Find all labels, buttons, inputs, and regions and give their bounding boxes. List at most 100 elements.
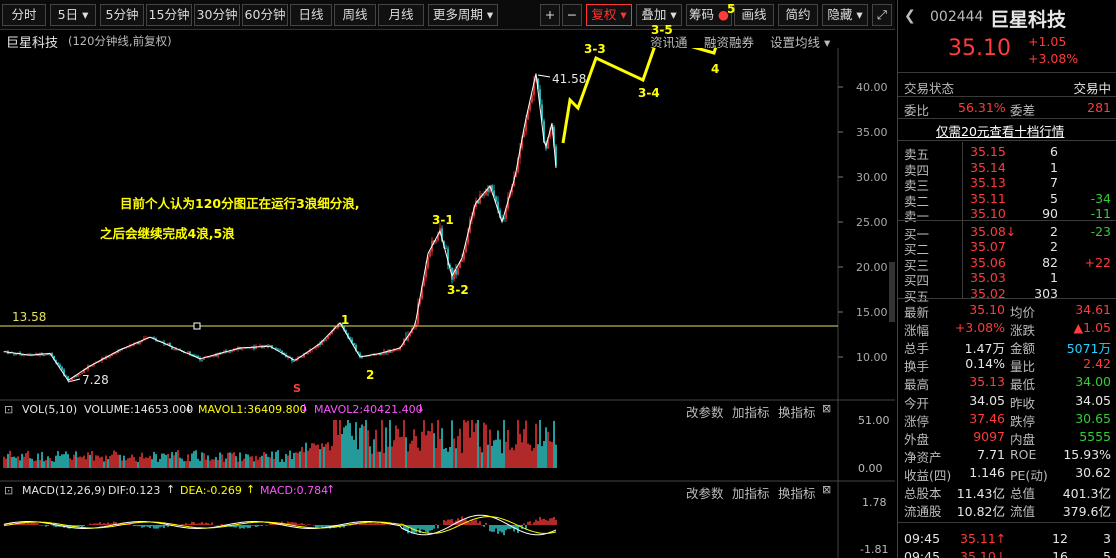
volume-bar [395,425,397,468]
volume-bar [495,439,497,468]
volume-bar [81,457,83,468]
tick-price: 35.11↑ [960,531,1007,546]
volume-bar [163,453,165,468]
stat-row: 最高 35.13 最低 34.00 [898,373,1116,392]
draw-line-button[interactable]: 画线 [734,4,774,26]
tab-daily[interactable]: 日线 [290,4,332,26]
vol-close-icon[interactable]: ⊠ [822,402,831,415]
volume-bar [473,432,475,468]
volume-bar [97,455,99,468]
volume-bar [475,423,477,468]
vol-change-params-button[interactable]: 改参数 [686,402,724,421]
volume-bar [235,456,237,468]
volume-bar [267,456,269,468]
tick-row: 09:45 35.10↓ 16 5 [898,548,1116,558]
level-price: 35.03 [970,270,1006,285]
volume-bar [499,439,501,468]
volume-bar [65,451,67,468]
volume-bar [17,456,19,468]
collapse-panel-icon[interactable]: ❮ [904,8,916,24]
hide-dropdown[interactable]: 隐藏 ▾ [822,4,868,26]
volume-bar [529,444,531,468]
chart-area: 分时 5日 ▾ 5分钟 15分钟 30分钟 60分钟 日线 周线 月线 更多周期… [0,0,895,558]
wave-3-4-label: 3-4 [638,86,660,100]
level-volume: 2 [1050,239,1058,254]
tab-weekly[interactable]: 周线 [334,4,376,26]
volume-bar [245,453,247,468]
tab-monthly[interactable]: 月线 [378,4,424,26]
stat-row: 净资产 7.71 ROE 15.93% [898,446,1116,465]
macd-close-icon[interactable]: ⊠ [822,483,831,496]
volume-bar [199,460,201,468]
volume-bar [203,453,205,468]
volume-bar [131,454,133,468]
tab-5day[interactable]: 5日 ▾ [50,4,96,26]
volume-bar [463,420,465,468]
tick-time: 09:45 [904,549,941,558]
macd-add-indicator-button[interactable]: 加指标 [732,483,770,502]
volume-bar [509,449,511,468]
vol-switch-indicator-button[interactable]: 换指标 [778,402,816,421]
volume-bar [311,443,313,468]
stat-row: 总股本 11.43亿 总值 401.3亿 [898,482,1116,501]
fuquan-dropdown[interactable]: 复权 ▾ [586,4,632,26]
stat-value: 10.82亿 [956,504,1005,520]
chips-label: 筹码 [689,7,715,22]
stat-value: 9097 [973,428,1005,444]
tab-more-periods[interactable]: 更多周期 ▾ [428,4,498,26]
macd-switch-indicator-button[interactable]: 换指标 [778,483,816,502]
zoom-out-button[interactable]: − [562,4,582,26]
volume-bar [519,433,521,468]
candle-body [483,194,485,196]
volume-bar [371,453,373,468]
volume-bar [337,435,339,468]
volume-bar [429,431,431,468]
level-volume: 6 [1050,144,1058,159]
volume-bar [69,458,71,468]
wave-3-5-label: 3-5 [651,23,673,37]
tab-fenshi[interactable]: 分时 [2,4,46,26]
candle-body [301,356,303,358]
candle-body [445,247,447,249]
volume-bar [189,461,191,468]
fullscreen-icon[interactable]: ⤢ [872,4,892,26]
candle-body [59,364,61,367]
vol-add-indicator-button[interactable]: 加指标 [732,402,770,421]
simple-mode-button[interactable]: 简约 [778,4,818,26]
reference-line-handle[interactable] [193,322,201,330]
level-price: 35.10 [970,206,1006,221]
volume-bar [399,437,401,468]
macd-change-params-button[interactable]: 改参数 [686,483,724,502]
vol-collapse-icon[interactable]: ⊡ [4,403,13,416]
volume-bar [357,449,359,468]
tab-15min[interactable]: 15分钟 [146,4,192,26]
volume-bar [431,423,433,468]
chart-title-bar: 巨星科技 (120分钟线,前复权) 资讯通 融资融券 设置均线 ▾ [0,30,895,51]
chips-button[interactable]: 筹码 ● [686,4,732,26]
macd-collapse-icon[interactable]: ⊡ [4,484,13,497]
volume-bar [477,420,479,468]
volume-bar [523,428,525,468]
volume-bar [325,443,327,468]
volume-bar [491,445,493,468]
volume-bar [149,455,151,468]
bid-row[interactable]: 买五 35.02 303 [898,285,1116,304]
level-change: -23 [1090,223,1111,239]
tab-5min[interactable]: 5分钟 [100,4,144,26]
tab-60min[interactable]: 60分钟 [242,4,288,26]
candle-body [209,356,211,358]
zoom-in-button[interactable]: + [540,4,560,26]
volume-bar [437,420,439,468]
tab-30min[interactable]: 30分钟 [194,4,240,26]
volume-bar [153,451,155,468]
macd-dif: DIF:0.123 [108,484,161,497]
stat-value: 34.05 [1075,392,1111,408]
volume-bar [273,458,275,468]
candle-body [457,268,459,275]
volume-bar [231,453,233,468]
stat-row: 涨停 37.46 跌停 30.65 [898,410,1116,429]
level2-promo-link[interactable]: 仅需20元查看十档行情 [936,121,1064,140]
kline-chart[interactable]: 40.0035.0030.0025.0020.0015.0010.00 [0,48,895,558]
stat-value: 7.71 [977,446,1005,462]
volume-bar [373,439,375,468]
